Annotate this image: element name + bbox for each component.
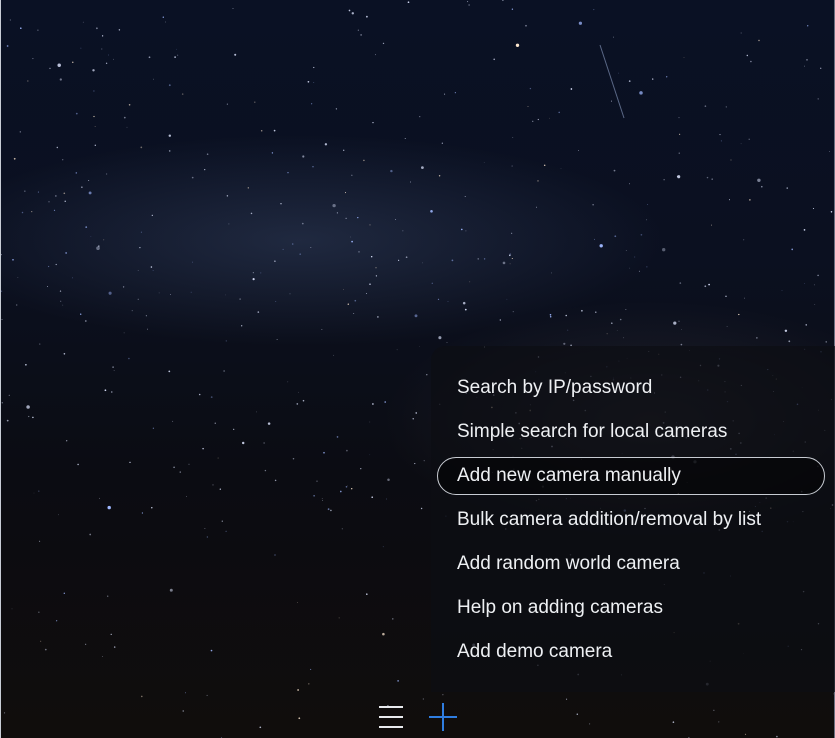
bottom-toolbar [370, 698, 470, 734]
menu-item-bulk-addition[interactable]: Bulk camera addition/removal by list [437, 501, 825, 539]
menu-item-add-demo-camera[interactable]: Add demo camera [437, 633, 825, 671]
menu-item-add-manually[interactable]: Add new camera manually [437, 457, 825, 495]
menu-item-simple-search[interactable]: Simple search for local cameras [437, 413, 825, 451]
window-border-left [0, 0, 1, 738]
add-camera-menu: Search by IP/password Simple search for … [431, 346, 835, 692]
app-window: Search by IP/password Simple search for … [0, 0, 835, 738]
menu-item-help-adding-cameras[interactable]: Help on adding cameras [437, 589, 825, 627]
menu-item-random-world-camera[interactable]: Add random world camera [437, 545, 825, 583]
plus-icon[interactable] [428, 702, 458, 732]
menu-item-search-by-ip[interactable]: Search by IP/password [437, 369, 825, 407]
hamburger-menu-icon[interactable] [378, 704, 404, 730]
